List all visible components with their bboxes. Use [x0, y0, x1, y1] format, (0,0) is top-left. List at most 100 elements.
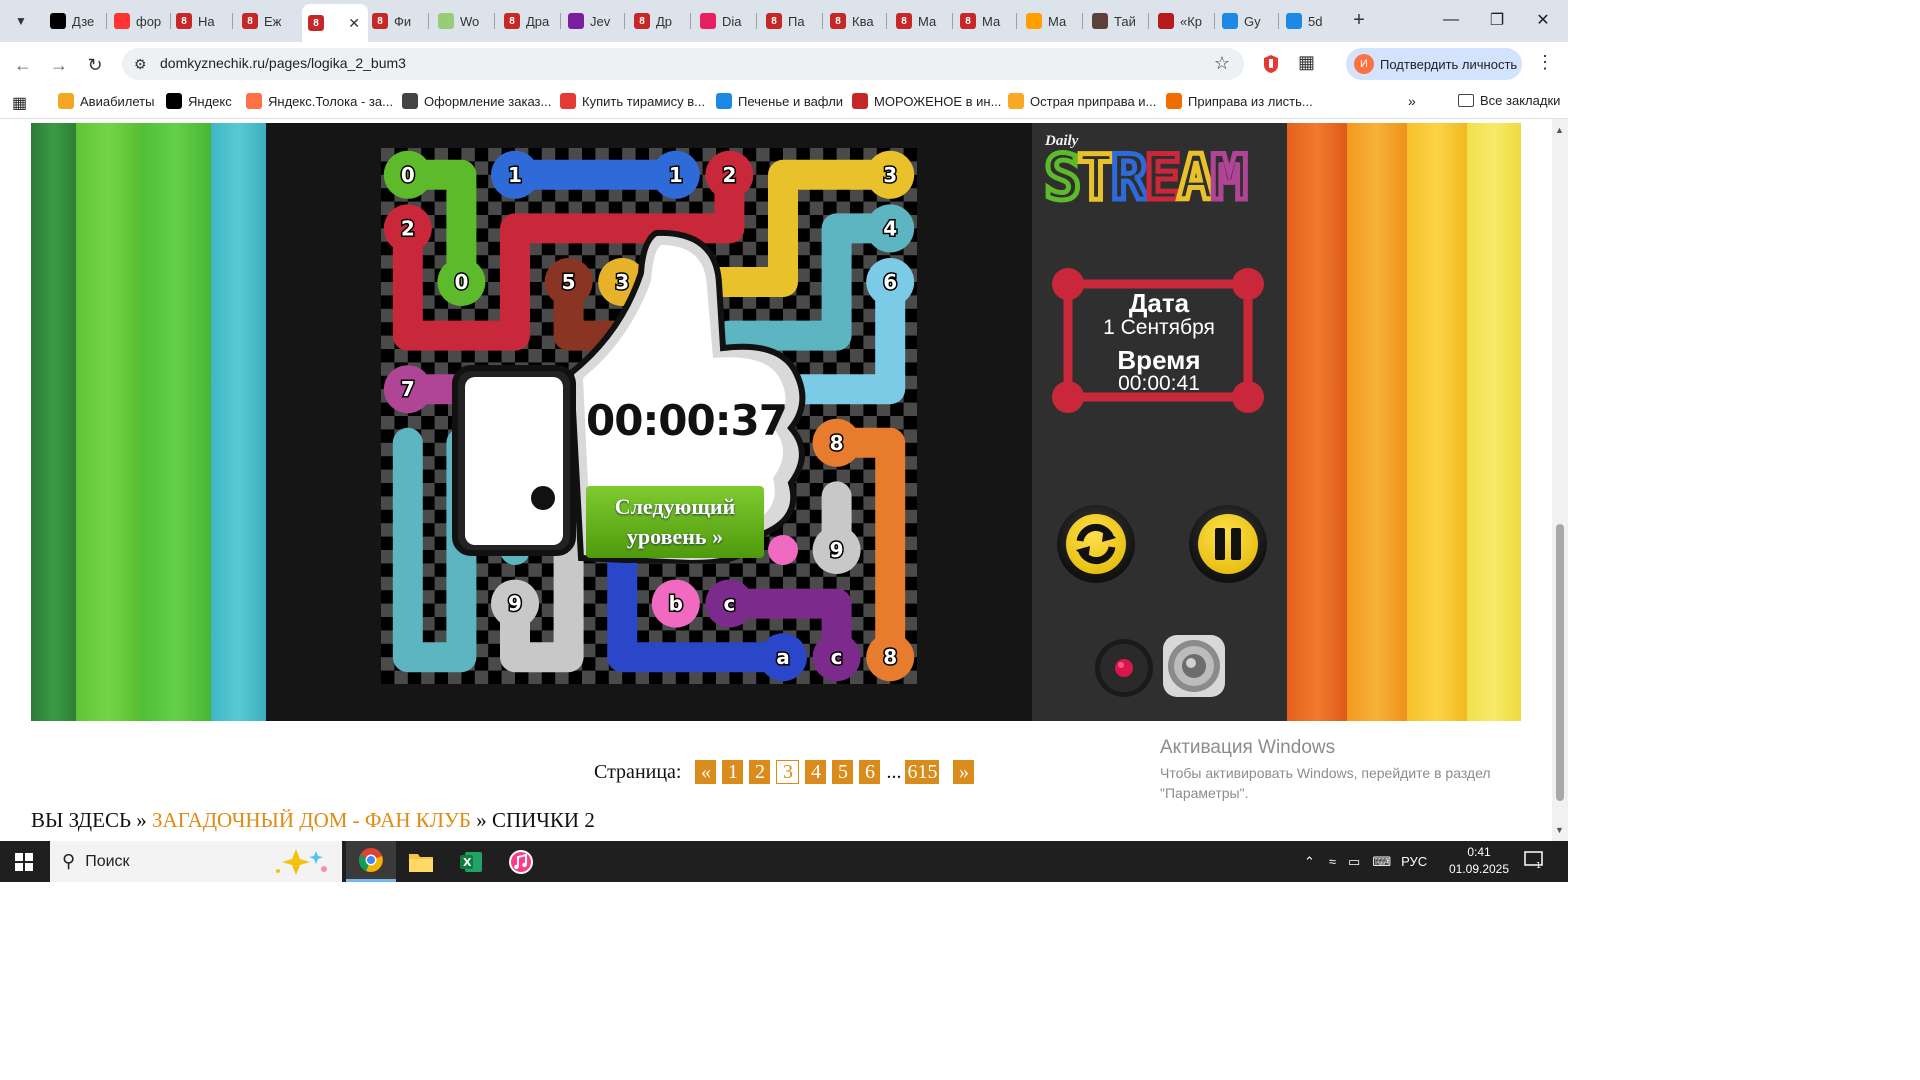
tab-7[interactable]: 8 Дра [498, 6, 562, 36]
minimize-button[interactable]: — [1428, 8, 1474, 32]
close-window-button[interactable]: ✕ [1520, 8, 1566, 32]
site8-icon: 8 [830, 13, 846, 29]
bookmark-3[interactable]: Оформление заказ... [402, 93, 551, 109]
pagination-page[interactable]: 6 [859, 760, 881, 784]
bookmark-star-icon[interactable]: ☆ [1214, 53, 1230, 74]
tab-2[interactable]: 8 На [170, 6, 234, 36]
tab-9[interactable]: 8 Др [628, 6, 692, 36]
scroll-thumb[interactable] [1556, 524, 1564, 801]
next-level-button[interactable]: Следующий уровень » [586, 486, 764, 558]
pagination-page[interactable]: 3 [776, 760, 800, 784]
tab-11[interactable]: 8 Па [760, 6, 824, 36]
bookmark-4[interactable]: Купить тирамису в... [560, 93, 705, 109]
extensions-icon[interactable]: ▦ [1298, 52, 1315, 73]
site8-icon: 8 [308, 15, 324, 31]
bookmark-label: Яндекс.Толока - за... [268, 93, 393, 109]
tab-6[interactable]: Wo [432, 6, 496, 36]
tab-19[interactable]: 5d [1280, 6, 1344, 36]
apps-grid-icon[interactable]: ▦ [12, 93, 27, 113]
wifi-icon[interactable]: ≈ [1329, 854, 1336, 869]
bookmark-7[interactable]: Острая приправа и... [1008, 93, 1156, 109]
pagination-prev[interactable]: « [695, 760, 717, 784]
tab-4[interactable]: 8 ✕ [302, 4, 368, 42]
profile-button[interactable]: И Подтвердить личность [1346, 48, 1522, 80]
language-indicator[interactable]: РУС [1401, 854, 1427, 869]
clock-time: 0:41 [1467, 845, 1491, 859]
pagination-page[interactable]: 5 [832, 760, 854, 784]
tab-17[interactable]: «Кр [1152, 6, 1216, 36]
url-text[interactable]: domkyznechik.ru/pages/logika_2_bum3 [160, 55, 406, 71]
page-scrollbar[interactable]: ▲ ▼ [1552, 119, 1568, 841]
tab-separator [886, 13, 887, 29]
taskbar-search[interactable]: ⚲ Поиск [50, 841, 342, 882]
tab-search-button[interactable]: ▼ [8, 8, 34, 34]
bookmarks-bar: ▦ Авиабилеты Яндекс Яндекс.Толока - за... О… [0, 86, 1568, 119]
breadcrumb-link[interactable]: ЗАГАДОЧНЫЙ ДОМ - ФАН КЛУБ [152, 808, 471, 832]
tab-13[interactable]: 8 Ма [890, 6, 954, 36]
bookmark-8[interactable]: Приправа из листь... [1166, 93, 1313, 109]
tab-12[interactable]: 8 Ква [824, 6, 888, 36]
pagination-page[interactable]: 1 [722, 760, 744, 784]
record-button[interactable] [1093, 637, 1155, 699]
system-tray: ⌃ ≈ ▭ ⌨ РУС [1300, 841, 1427, 882]
back-button[interactable]: ← [10, 52, 36, 78]
new-tab-button[interactable]: + [1348, 8, 1370, 32]
pagination-page[interactable]: 2 [749, 760, 771, 784]
address-bar[interactable]: ⚙ domkyznechik.ru/pages/logika_2_bum3 ☆ [122, 48, 1244, 80]
extension-red-icon[interactable] [1262, 54, 1280, 74]
start-button[interactable] [0, 841, 48, 882]
tab-separator [494, 13, 495, 29]
next-level-label-2: уровень » [626, 524, 724, 549]
taskbar-chrome[interactable] [346, 841, 396, 882]
tab-separator [1214, 13, 1215, 29]
breadcrumb: ВЫ ЗДЕСЬ » ЗАГАДОЧНЫЙ ДОМ - ФАН КЛУБ » С… [31, 808, 595, 833]
restart-button[interactable] [1057, 505, 1135, 583]
tab-18[interactable]: Gy [1216, 6, 1280, 36]
forward-button[interactable]: → [46, 52, 72, 78]
battery-icon[interactable]: ▭ [1348, 854, 1360, 870]
tab-14[interactable]: 8 Ма [954, 6, 1018, 36]
tray-chevron-icon[interactable]: ⌃ [1304, 854, 1315, 870]
bookmark-2[interactable]: Яндекс.Толока - за... [246, 93, 393, 109]
tab-10[interactable]: Dia [694, 6, 758, 36]
logo-letter: R [1111, 147, 1149, 207]
tab-3[interactable]: 8 Еж [236, 6, 300, 36]
taskbar-itunes[interactable] [496, 841, 546, 882]
tab-8[interactable]: Jev [562, 6, 626, 36]
maximize-button[interactable]: ❐ [1474, 8, 1520, 32]
keyboard-icon[interactable]: ⌨ [1372, 854, 1391, 870]
spice-icon [1008, 93, 1024, 109]
node-2: 2 [383, 204, 432, 253]
taskbar-explorer[interactable] [396, 841, 446, 882]
pagination-next[interactable]: » [953, 760, 975, 784]
bookmark-6[interactable]: МОРОЖЕНОЕ в ин... [852, 93, 1001, 109]
tab-0[interactable]: Дзе [44, 6, 108, 36]
node-label: 2 [401, 216, 415, 240]
node-0: 0 [383, 150, 432, 199]
bookmark-1[interactable]: Яндекс [166, 93, 232, 109]
pagination-page[interactable]: 4 [805, 760, 827, 784]
all-bookmarks[interactable]: Все закладки [1458, 93, 1560, 108]
clock[interactable]: 0:41 01.09.2025 [1446, 844, 1512, 878]
bookmark-5[interactable]: Печенье и вафли [716, 93, 843, 109]
scroll-up-icon[interactable]: ▲ [1555, 125, 1564, 135]
taskbar-excel[interactable]: X [446, 841, 496, 882]
site-info-icon[interactable]: ⚙ [134, 56, 147, 73]
folder-icon [1458, 94, 1474, 107]
node-2: 2 [705, 150, 754, 199]
tab-5[interactable]: 8 Фи [366, 6, 430, 36]
tab-16[interactable]: Тай [1086, 6, 1150, 36]
browser-menu-icon[interactable]: ⋮ [1536, 52, 1554, 73]
bookmark-0[interactable]: Авиабилеты [58, 93, 154, 109]
notifications-icon[interactable]: 1 [1524, 851, 1544, 869]
reload-button[interactable]: ↻ [82, 52, 108, 78]
sound-speaker-icon[interactable] [1161, 633, 1227, 699]
toloka-icon [246, 93, 262, 109]
close-tab-icon[interactable]: ✕ [348, 15, 360, 32]
pagination-last[interactable]: 615 [905, 760, 940, 784]
more-bookmarks-icon[interactable]: » [1408, 93, 1416, 109]
tab-1[interactable]: фор [108, 6, 172, 36]
scroll-down-icon[interactable]: ▼ [1555, 825, 1564, 835]
pause-button[interactable] [1189, 505, 1267, 583]
tab-15[interactable]: Ма [1020, 6, 1084, 36]
